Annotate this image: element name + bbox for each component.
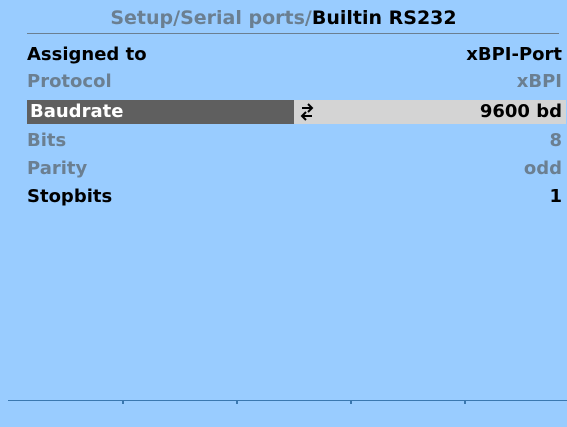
breadcrumb-current-page: Builtin RS232: [311, 7, 457, 29]
setting-value: 8: [549, 130, 562, 151]
setting-value: xBPI: [516, 71, 562, 92]
setting-value: 1: [549, 186, 562, 207]
setting-value: odd: [523, 158, 562, 179]
breadcrumb-setup[interactable]: Setup: [110, 7, 173, 29]
cycle-arrows-icon[interactable]: [298, 102, 316, 122]
softkey-divider: [236, 401, 238, 404]
setting-label: Bits: [27, 130, 67, 151]
setting-row-assigned-to[interactable]: Assigned to xBPI-Port: [0, 43, 567, 67]
breadcrumb-serial-ports[interactable]: Serial ports: [180, 7, 305, 29]
softkey-divider: [350, 401, 352, 404]
setting-label: Parity: [27, 158, 88, 179]
setting-label: Protocol: [27, 71, 112, 92]
setting-value: xBPI-Port: [466, 44, 562, 65]
setting-label: Baudrate: [30, 101, 124, 122]
setting-row-parity: Parity odd: [0, 157, 567, 181]
softkey-bar: [8, 400, 567, 401]
setting-row-bits: Bits 8: [0, 129, 567, 153]
setting-row-protocol: Protocol xBPI: [0, 70, 567, 94]
device-screen: Setup/Serial ports/Builtin RS232 Assigne…: [0, 0, 567, 427]
setting-label: Assigned to: [27, 44, 147, 65]
setting-row-stopbits[interactable]: Stopbits 1: [0, 185, 567, 209]
breadcrumb: Setup/Serial ports/Builtin RS232: [0, 6, 567, 30]
breadcrumb-separator: /: [304, 7, 312, 29]
softkey-divider: [464, 401, 466, 404]
header-divider: [27, 33, 559, 34]
setting-row-baudrate[interactable]: Baudrate 9600 bd: [0, 100, 567, 124]
setting-value: 9600 bd: [479, 101, 562, 122]
setting-label: Stopbits: [27, 186, 113, 207]
softkey-divider: [122, 401, 124, 404]
